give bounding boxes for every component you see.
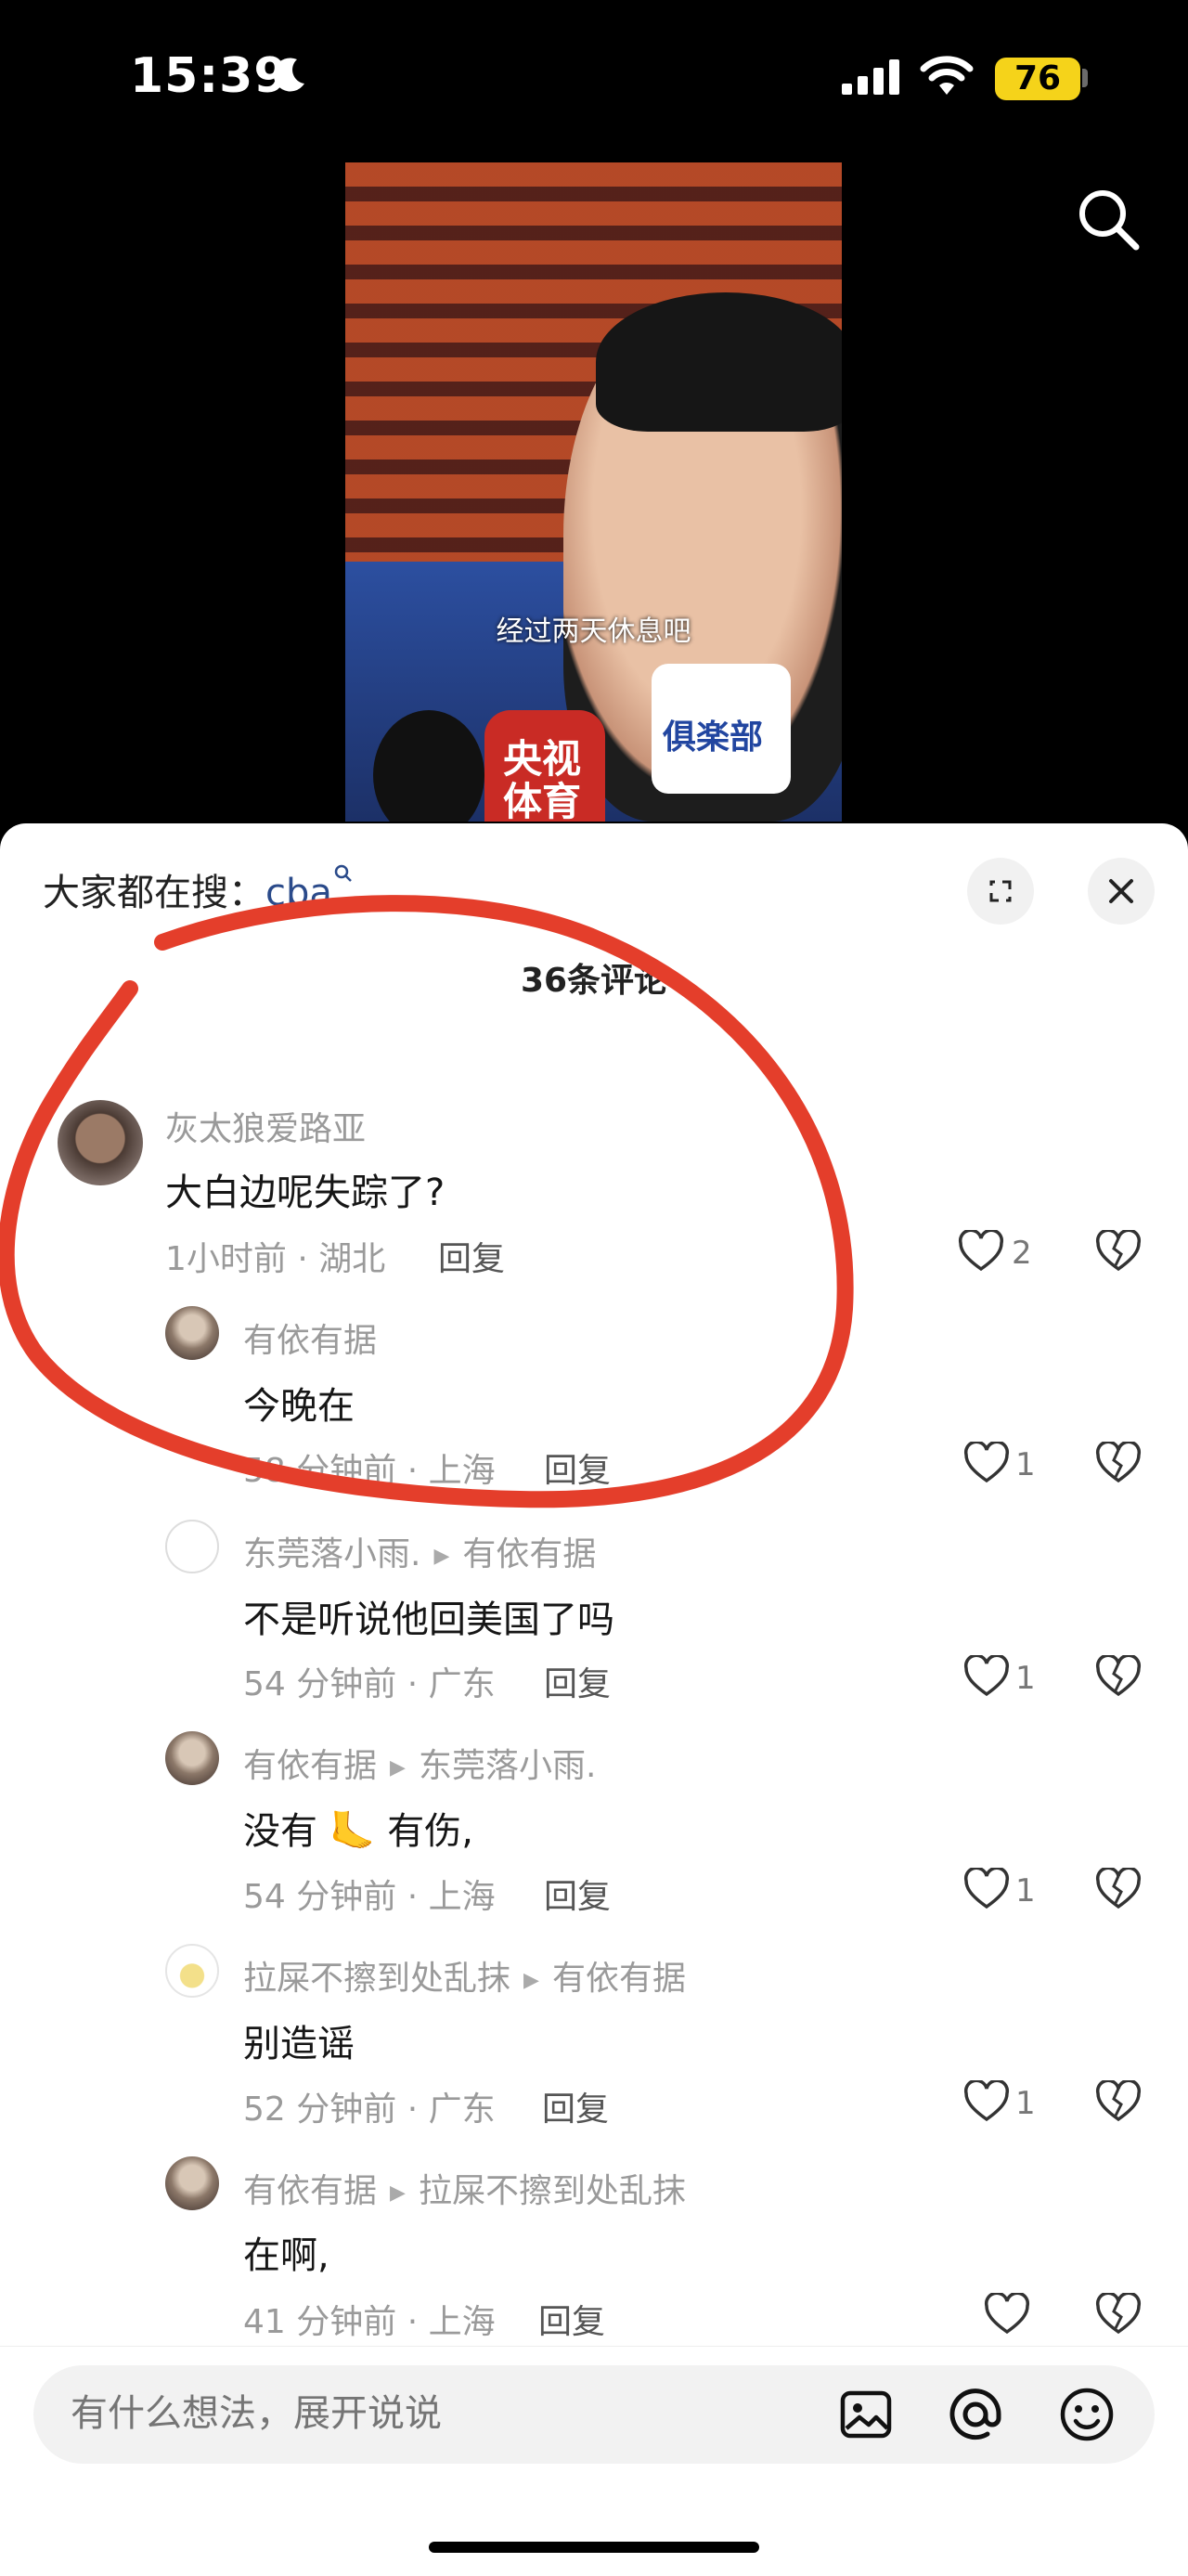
reply-button[interactable]: 回复	[438, 1232, 505, 1280]
broken-heart-icon[interactable]	[1095, 1653, 1142, 1702]
reply-arrow-icon: ▶	[390, 2181, 406, 2205]
search-icon[interactable]	[1075, 186, 1143, 258]
at-icon[interactable]	[947, 2386, 1004, 2447]
avatar[interactable]	[165, 1306, 219, 1360]
heart-icon[interactable]	[963, 1653, 1010, 1702]
comment-text: 大白边呢失踪了?	[165, 1171, 446, 1214]
close-icon	[1109, 879, 1133, 903]
microphone-cctv: 央视体育	[484, 710, 605, 822]
comment-username[interactable]: 有依有据	[243, 1314, 377, 1362]
heart-icon[interactable]	[963, 1440, 1010, 1488]
heart-icon[interactable]	[958, 1228, 1004, 1276]
heart-icon[interactable]	[963, 1866, 1010, 1914]
hot-search-small-icon	[332, 864, 355, 914]
reply-button[interactable]: 回复	[544, 1657, 611, 1705]
comment-text: 在啊,	[243, 2234, 329, 2277]
comment-meta: 1小时前 · 湖北	[165, 1240, 386, 1278]
comment-username[interactable]: 灰太狼爱路亚	[165, 1102, 366, 1150]
close-button[interactable]	[1088, 858, 1155, 925]
person-hair	[596, 292, 842, 432]
avatar[interactable]	[165, 1944, 219, 1998]
comment-text: 不是听说他回美国了吗	[243, 1599, 614, 1641]
expand-button[interactable]	[967, 858, 1034, 925]
comment-input[interactable]	[69, 2391, 815, 2436]
comment-username[interactable]: 东莞落小雨. ▶ 有依有据	[243, 1527, 596, 1575]
comment-username[interactable]: 有依有据 ▶ 东莞落小雨.	[243, 1739, 596, 1787]
signal-icon	[840, 59, 905, 100]
status-bar: 15:39 76	[0, 0, 1188, 158]
video-subtitle: 经过两天休息吧	[496, 615, 691, 648]
expand-icon	[989, 880, 1012, 902]
emoji-icon[interactable]	[1058, 2386, 1116, 2447]
like-count: 1	[1015, 1660, 1036, 1697]
clock: 15:39	[130, 48, 289, 104]
image-icon[interactable]	[837, 2386, 895, 2447]
hot-search[interactable]: 大家都在搜：cba	[43, 862, 355, 916]
home-indicator	[429, 2542, 759, 2553]
avatar[interactable]	[165, 2156, 219, 2210]
broken-heart-icon[interactable]	[1095, 2078, 1142, 2127]
avatar[interactable]	[165, 1731, 219, 1785]
comment-meta: 54 分钟前 · 上海	[243, 1878, 496, 1916]
broken-heart-icon[interactable]	[1095, 2291, 1142, 2339]
video-player[interactable]: 央视体育 俱楽部 经过两天休息吧	[345, 162, 842, 822]
heart-icon[interactable]	[963, 2078, 1010, 2127]
battery-tip	[1082, 69, 1088, 87]
reply-button[interactable]: 回复	[542, 2082, 609, 2130]
moon-icon	[269, 54, 310, 98]
comment-meta: 52 分钟前 · 广东	[243, 2091, 496, 2129]
wifi-icon	[919, 54, 975, 100]
reply-button[interactable]: 回复	[538, 2295, 605, 2343]
battery-icon: 76	[995, 58, 1080, 100]
heart-icon[interactable]	[984, 2291, 1030, 2339]
hot-search-keyword[interactable]: cba	[265, 872, 332, 914]
broken-heart-icon[interactable]	[1095, 1228, 1142, 1276]
comment-username[interactable]: 拉屎不擦到处乱抹 ▶ 有依有据	[243, 1951, 686, 2000]
like-count: 1	[1015, 2085, 1036, 2122]
broken-heart-icon[interactable]	[1095, 1440, 1142, 1488]
avatar[interactable]	[165, 1520, 219, 1573]
comment-meta: 54 分钟前 · 广东	[243, 1665, 496, 1703]
like-count: 2	[1012, 1235, 1032, 1272]
comment-sheet: 大家都在搜：cba 36条评论 灰太狼爱路亚 大白边呢失踪了? 1小时前 · 湖…	[0, 823, 1188, 2575]
broken-heart-icon[interactable]	[1095, 1866, 1142, 1914]
comment-input-bar	[0, 2346, 1188, 2576]
comment-input-box[interactable]	[33, 2365, 1155, 2464]
comment-meta: 58 分钟前 · 上海	[243, 1452, 496, 1490]
like-count: 1	[1015, 1446, 1036, 1483]
comment-meta: 41 分钟前 · 上海	[243, 2303, 496, 2341]
hot-search-prefix: 大家都在搜：	[43, 872, 265, 914]
reply-arrow-icon: ▶	[433, 1544, 450, 1568]
like-count: 1	[1015, 1872, 1036, 1909]
comment-username[interactable]: 有依有据 ▶ 拉屎不擦到处乱抹	[243, 2164, 686, 2212]
comment-count: 36条评论	[520, 962, 668, 1000]
reply-arrow-icon: ▶	[390, 1755, 406, 1780]
comment-text: 今晚在	[243, 1385, 355, 1428]
reply-button[interactable]: 回复	[544, 1443, 611, 1492]
comment-text: 别造谣	[243, 2023, 355, 2065]
reply-arrow-icon: ▶	[523, 1968, 539, 1992]
reply-button[interactable]: 回复	[544, 1870, 611, 1918]
comment-text: 没有 🦶 有伤,	[243, 1810, 473, 1853]
microphone-club: 俱楽部	[652, 664, 791, 794]
avatar[interactable]	[58, 1100, 143, 1185]
